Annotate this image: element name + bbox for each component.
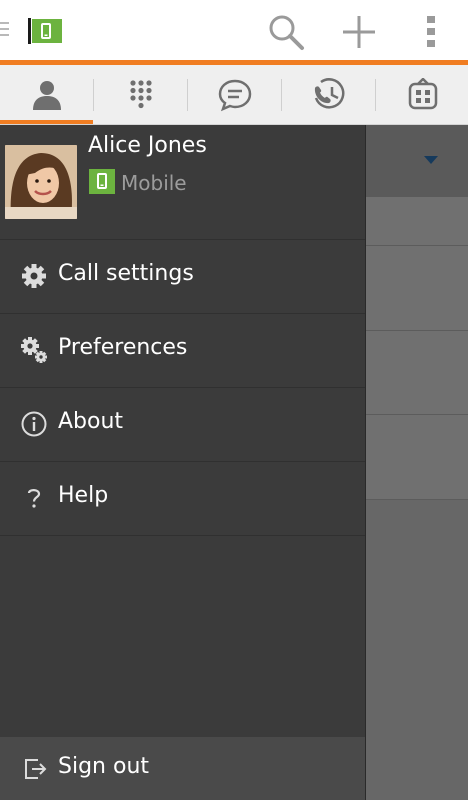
- tab-contacts[interactable]: [0, 65, 93, 124]
- tab-history[interactable]: [282, 65, 375, 124]
- chat-icon: [218, 79, 251, 111]
- info-icon: [20, 410, 48, 438]
- search-icon[interactable]: [266, 12, 306, 52]
- avatar: [5, 145, 77, 219]
- call-history-icon: [314, 77, 344, 109]
- question-icon: [20, 484, 48, 512]
- overflow-menu-icon[interactable]: [412, 12, 452, 52]
- tab-messages[interactable]: [188, 65, 281, 124]
- tab-apps[interactable]: [376, 65, 468, 124]
- menu-item-label: Preferences: [58, 335, 188, 360]
- tab-bar: [0, 65, 468, 125]
- menu-icon[interactable]: [0, 22, 9, 38]
- menu-item-help[interactable]: Help: [0, 462, 365, 536]
- menu-item-about[interactable]: About: [0, 388, 365, 462]
- apps-icon: [408, 77, 437, 109]
- dialpad-icon: [129, 79, 152, 108]
- list-item: [366, 331, 468, 415]
- list-item: [366, 246, 468, 331]
- menu-item-label: Help: [58, 483, 109, 508]
- list-item: [366, 415, 468, 500]
- dropdown-arrow-icon[interactable]: [424, 156, 438, 164]
- sign-out-icon: [22, 756, 48, 782]
- menu-item-preferences[interactable]: Preferences: [0, 314, 365, 388]
- person-icon: [32, 80, 61, 110]
- add-icon[interactable]: [339, 12, 379, 52]
- tab-dialpad[interactable]: [94, 65, 187, 124]
- filter-header: [366, 125, 468, 197]
- profile-status: Mobile: [121, 171, 187, 195]
- profile-name: Alice Jones: [88, 133, 207, 158]
- menu-item-label: Call settings: [58, 261, 194, 286]
- profile-header[interactable]: Alice Jones Mobile: [0, 125, 365, 240]
- action-bar: [0, 0, 468, 60]
- menu-item-call-settings[interactable]: Call settings: [0, 240, 365, 314]
- sign-out-button[interactable]: Sign out: [0, 737, 365, 800]
- gear-icon: [20, 262, 48, 290]
- app-logo-icon: [28, 17, 62, 45]
- menu-item-label: About: [58, 409, 124, 434]
- list-item: [366, 197, 468, 246]
- gears-icon: [20, 336, 48, 364]
- mobile-phone-icon: [89, 169, 115, 194]
- navigation-drawer: Alice Jones Mobile Call settings Prefere…: [0, 125, 366, 800]
- sign-out-label: Sign out: [58, 754, 150, 779]
